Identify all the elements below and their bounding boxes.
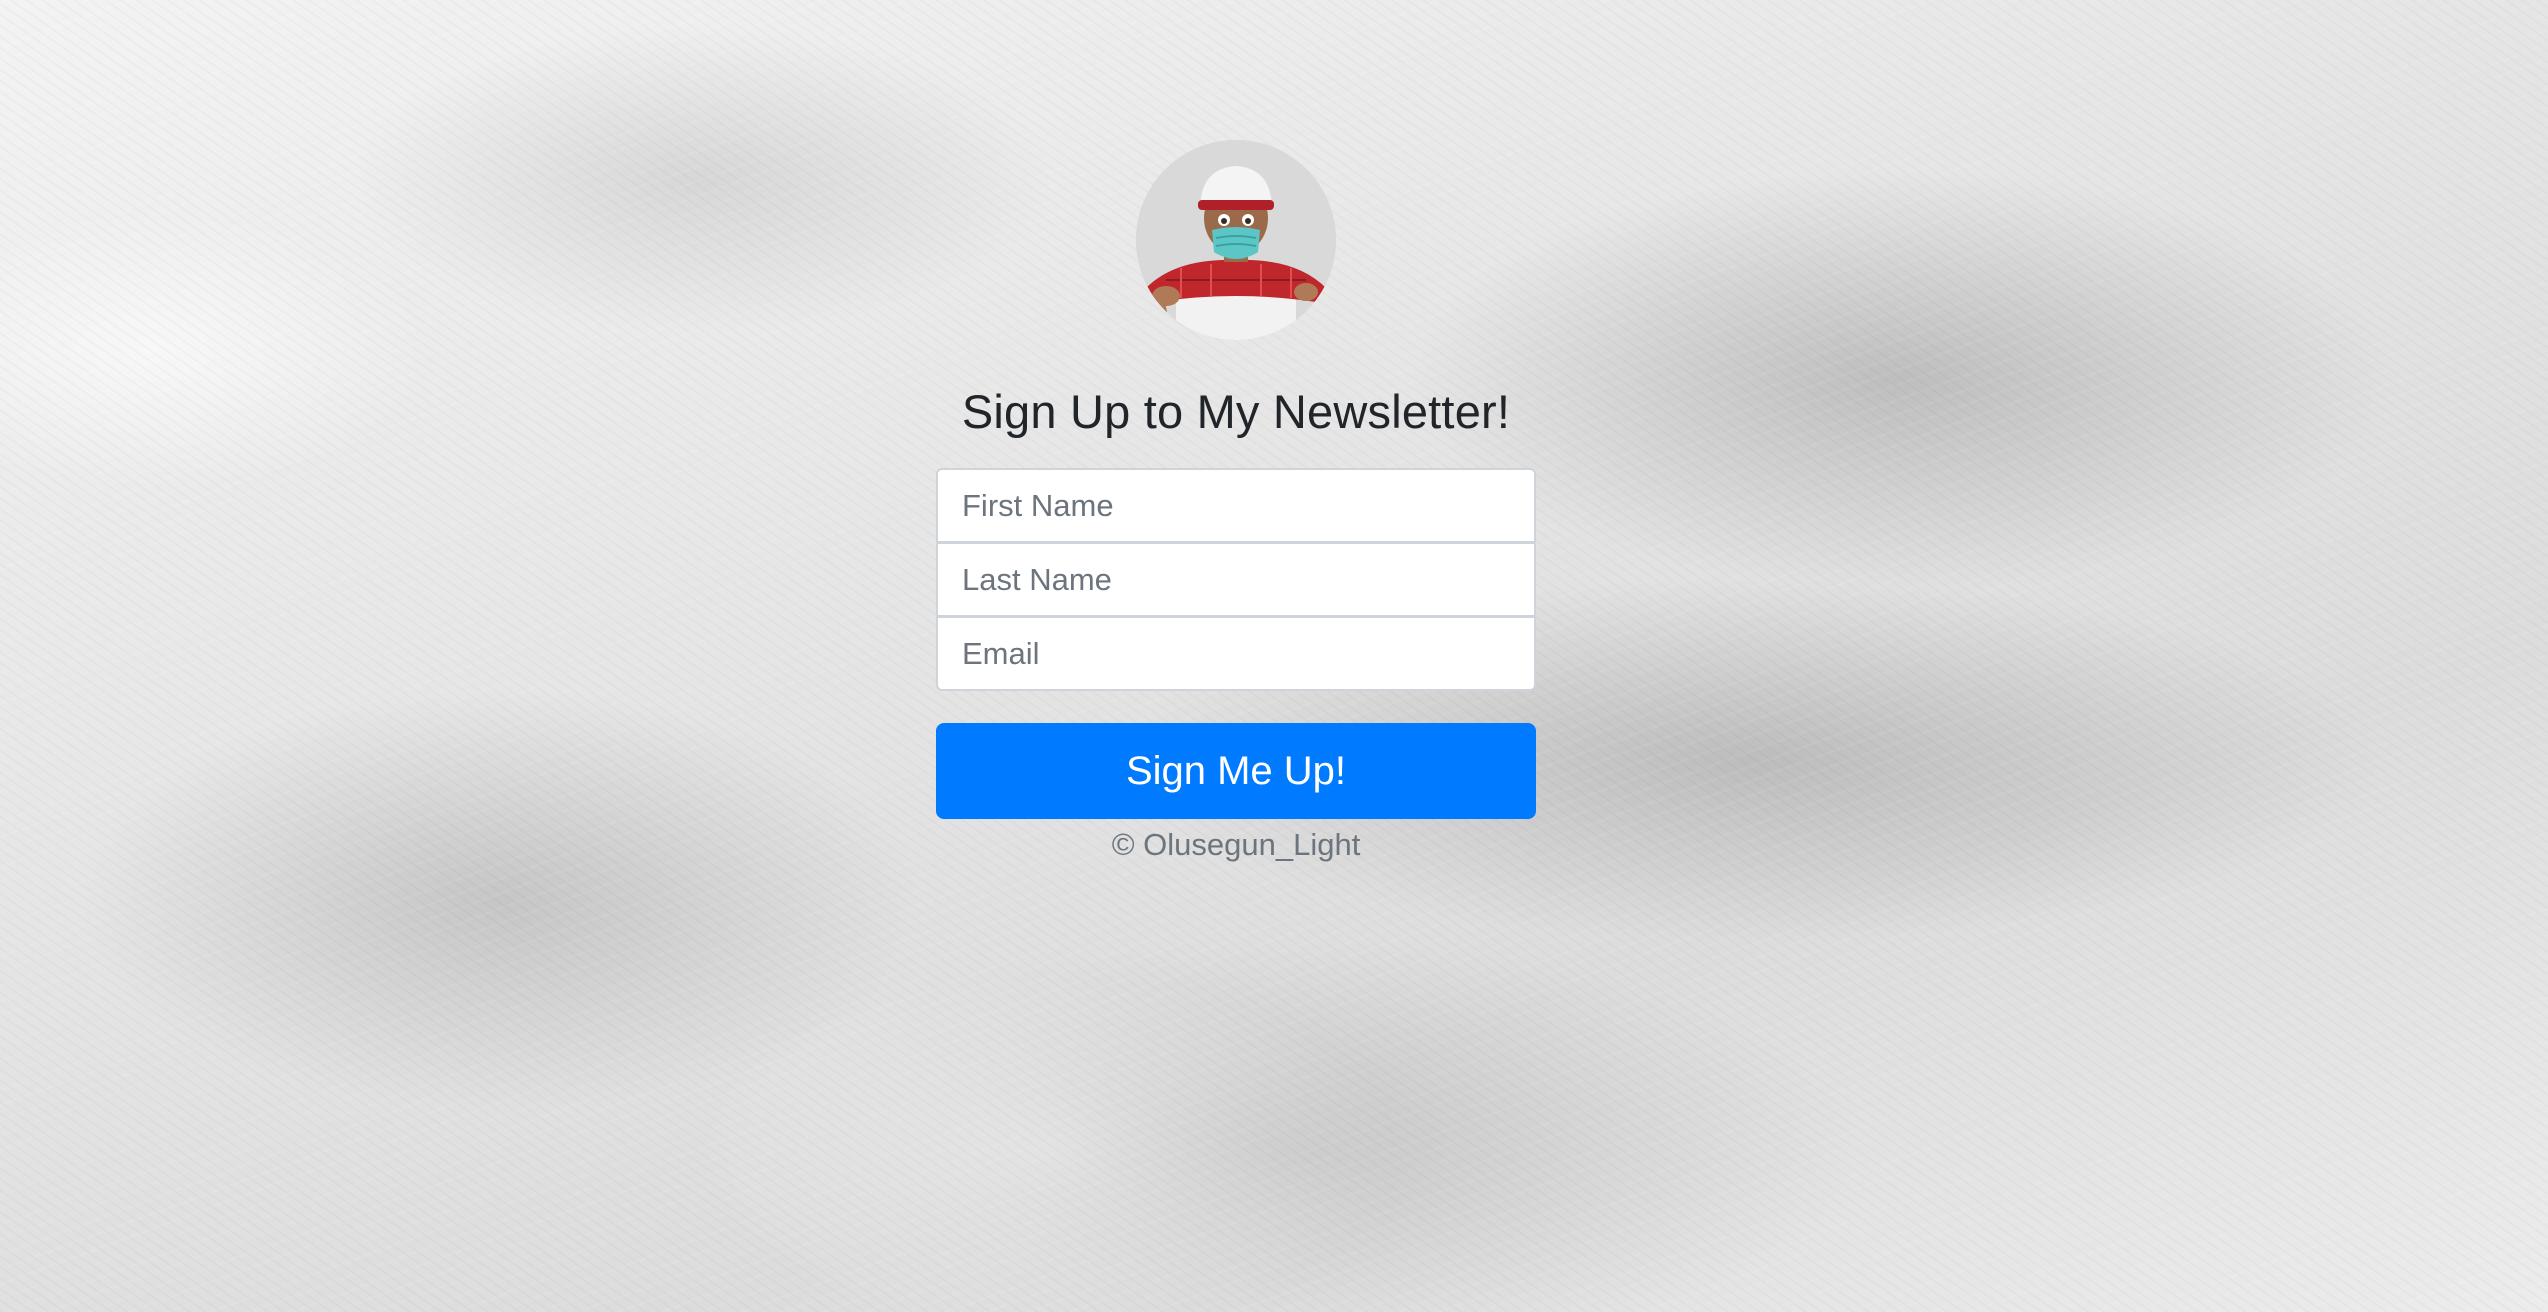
page-title: Sign Up to My Newsletter! [961,385,1511,438]
sign-up-button[interactable]: Sign Me Up! [936,723,1536,820]
first-name-input[interactable] [936,468,1536,544]
input-group [936,468,1536,692]
email-input[interactable] [936,616,1536,692]
masked-cartoon-avatar-icon [1136,140,1336,340]
copyright-text: © Olusegun_Light [1111,827,1361,863]
last-name-input[interactable] [936,542,1536,618]
signup-form: Sign Up to My Newsletter! Sign Me Up! © … [936,140,1536,894]
